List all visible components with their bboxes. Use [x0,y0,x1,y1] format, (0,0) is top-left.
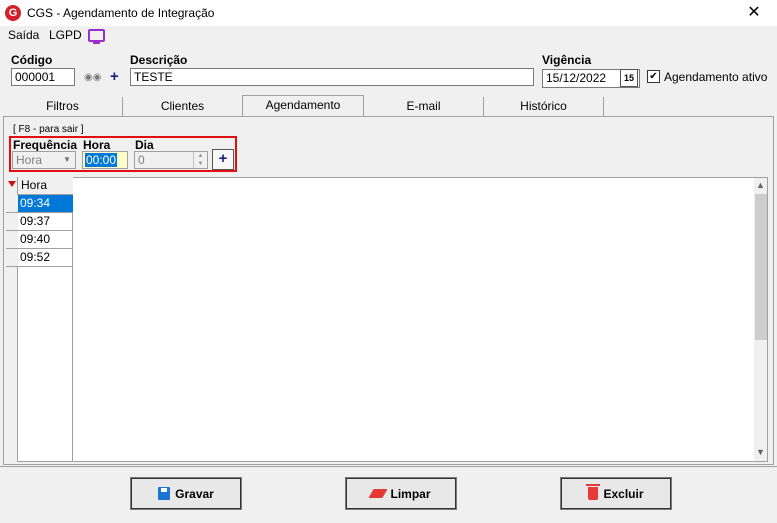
eraser-icon [368,489,389,498]
tab-historico[interactable]: Histórico [484,97,604,116]
row-indicator[interactable] [6,249,18,267]
app-logo-icon: G [5,5,21,21]
row-indicator[interactable] [6,213,18,231]
frequencia-select[interactable]: Hora ▼ [12,151,76,169]
hora-label: Hora [83,138,111,152]
add-schedule-button[interactable]: + [212,149,234,170]
limpar-label: Limpar [390,486,431,501]
scroll-down-icon[interactable]: ▼ [754,445,767,460]
dia-spinner[interactable]: 0 ▲ ▼ [134,151,208,169]
gravar-label: Gravar [175,486,214,501]
menu-item-saida[interactable]: Saída [8,28,39,42]
row-indicator[interactable] [6,195,18,213]
menu-bar [0,26,777,46]
divider [0,466,777,467]
vigencia-label: Vigência [542,53,592,67]
trash-icon [586,484,601,500]
frequencia-value: Hora [16,153,43,167]
f8-hint: [ F8 - para sair ] [13,124,84,135]
descricao-field[interactable]: TESTE [130,68,534,86]
excluir-label: Excluir [603,486,644,501]
frequencia-label: Frequência [13,138,78,152]
dia-value: 0 [138,153,145,167]
grid-column-header-hora[interactable]: Hora [18,177,73,195]
tab-agendamento[interactable]: Agendamento [242,95,364,117]
tab-email[interactable]: E-mail [364,97,484,116]
table-row[interactable]: 09:40 [18,231,73,249]
menu-item-lgpd[interactable]: LGPD [49,28,82,42]
spin-arrows-icon[interactable]: ▲ ▼ [193,152,207,168]
agendamento-ativo-label: Agendamento ativo [664,70,768,84]
scrollbar-thumb[interactable] [755,194,767,340]
chevron-down-icon: ▼ [63,155,71,164]
agendamento-ativo-checkbox[interactable]: ✔ [647,70,660,83]
window-title: CGS - Agendamento de Integração [27,6,215,20]
gravar-button[interactable]: Gravar [131,478,241,509]
table-row[interactable]: 09:37 [18,213,73,231]
hora-value: 00:00 [85,153,118,167]
save-icon [158,487,171,500]
codigo-field[interactable]: 000001 [11,68,75,86]
excluir-button[interactable]: Excluir [561,478,671,509]
close-button[interactable]: ✕ [731,0,777,26]
tab-filtros[interactable]: Filtros [3,97,123,116]
monitor-icon[interactable] [88,29,105,44]
schedule-grid [6,177,768,462]
codigo-label: Código [11,53,53,67]
limpar-button[interactable]: Limpar [346,478,456,509]
add-icon[interactable]: + [110,68,119,85]
binoculars-search-icon[interactable]: ◉◉ [84,72,101,83]
row-indicator[interactable] [6,231,18,249]
tab-clientes[interactable]: Clientes [123,97,243,116]
table-row[interactable]: 09:52 [18,249,73,267]
descricao-label: Descrição [130,53,188,67]
hora-input[interactable]: 00:00 [82,151,128,169]
table-row[interactable]: 09:34 [18,195,73,213]
scroll-up-icon[interactable]: ▲ [754,178,767,193]
calendar-icon[interactable]: 15 [620,69,638,87]
dia-label: Dia [135,138,154,152]
sort-indicator-icon [8,181,16,187]
